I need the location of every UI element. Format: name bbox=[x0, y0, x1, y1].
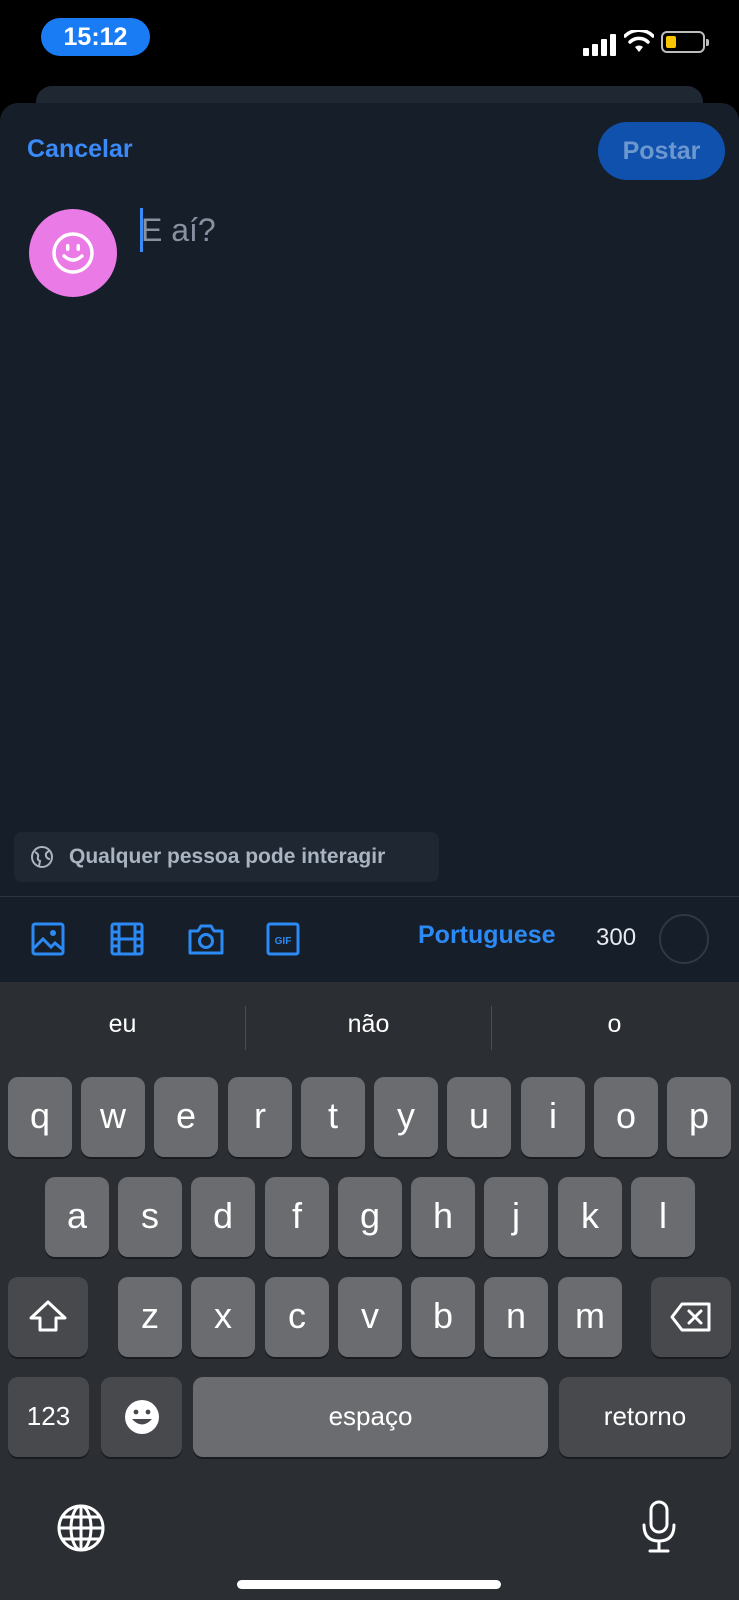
key-u[interactable]: u bbox=[447, 1077, 511, 1157]
character-progress-ring bbox=[659, 914, 709, 964]
wifi-icon bbox=[624, 30, 654, 52]
delete-key[interactable] bbox=[651, 1277, 731, 1357]
key-l[interactable]: l bbox=[631, 1177, 695, 1257]
key-s[interactable]: s bbox=[118, 1177, 182, 1257]
key-d[interactable]: d bbox=[191, 1177, 255, 1257]
key-c[interactable]: c bbox=[265, 1277, 329, 1357]
reply-settings-label: Qualquer pessoa pode interagir bbox=[69, 845, 386, 868]
status-bar: 15:12 bbox=[0, 0, 739, 80]
key-t[interactable]: t bbox=[301, 1077, 365, 1157]
video-icon[interactable] bbox=[110, 922, 144, 956]
toolbar-divider bbox=[0, 896, 739, 897]
character-count: 300 bbox=[596, 924, 637, 951]
shift-icon bbox=[29, 1300, 67, 1332]
key-v[interactable]: v bbox=[338, 1277, 402, 1357]
globe-keyboard-icon[interactable] bbox=[56, 1503, 106, 1553]
key-q[interactable]: q bbox=[8, 1077, 72, 1157]
emoji-key[interactable] bbox=[101, 1377, 182, 1457]
emoji-icon bbox=[124, 1400, 159, 1434]
key-e[interactable]: e bbox=[154, 1077, 218, 1157]
shift-key[interactable] bbox=[8, 1277, 88, 1357]
key-r[interactable]: r bbox=[228, 1077, 292, 1157]
key-g[interactable]: g bbox=[338, 1177, 402, 1257]
key-k[interactable]: k bbox=[558, 1177, 622, 1257]
key-a[interactable]: a bbox=[45, 1177, 109, 1257]
key-o[interactable]: o bbox=[594, 1077, 658, 1157]
gif-icon[interactable]: GIF bbox=[266, 922, 300, 956]
key-w[interactable]: w bbox=[81, 1077, 145, 1157]
post-button[interactable]: Postar bbox=[598, 122, 725, 180]
key-x[interactable]: x bbox=[191, 1277, 255, 1357]
language-selector[interactable]: Portuguese bbox=[418, 921, 556, 950]
home-indicator bbox=[237, 1580, 501, 1589]
numbers-key[interactable]: 123 bbox=[8, 1377, 89, 1457]
key-f[interactable]: f bbox=[265, 1177, 329, 1257]
key-j[interactable]: j bbox=[484, 1177, 548, 1257]
key-m[interactable]: m bbox=[558, 1277, 622, 1357]
microphone-icon[interactable] bbox=[639, 1499, 679, 1555]
suggestion-1[interactable]: eu bbox=[0, 1010, 245, 1039]
suggestion-3[interactable]: o bbox=[492, 1010, 737, 1039]
battery-icon bbox=[661, 31, 709, 53]
return-key[interactable]: retorno bbox=[559, 1377, 731, 1457]
key-i[interactable]: i bbox=[521, 1077, 585, 1157]
globe-icon bbox=[31, 846, 53, 868]
key-z[interactable]: z bbox=[118, 1277, 182, 1357]
status-time: 15:12 bbox=[41, 18, 150, 56]
key-n[interactable]: n bbox=[484, 1277, 548, 1357]
camera-icon[interactable] bbox=[187, 922, 225, 956]
compose-input[interactable] bbox=[141, 207, 701, 253]
backspace-icon bbox=[670, 1302, 711, 1332]
cancel-button[interactable]: Cancelar bbox=[27, 135, 133, 164]
key-h[interactable]: h bbox=[411, 1177, 475, 1257]
smiley-icon bbox=[52, 232, 94, 274]
cellular-signal-icon bbox=[583, 34, 617, 56]
image-icon[interactable] bbox=[31, 922, 65, 956]
space-key[interactable]: espaço bbox=[193, 1377, 548, 1457]
gif-icon-label: GIF bbox=[275, 936, 292, 947]
key-p[interactable]: p bbox=[667, 1077, 731, 1157]
avatar[interactable] bbox=[29, 209, 117, 297]
reply-settings-button[interactable]: Qualquer pessoa pode interagir bbox=[14, 832, 439, 882]
key-y[interactable]: y bbox=[374, 1077, 438, 1157]
key-b[interactable]: b bbox=[411, 1277, 475, 1357]
suggestion-2[interactable]: não bbox=[246, 1010, 491, 1039]
